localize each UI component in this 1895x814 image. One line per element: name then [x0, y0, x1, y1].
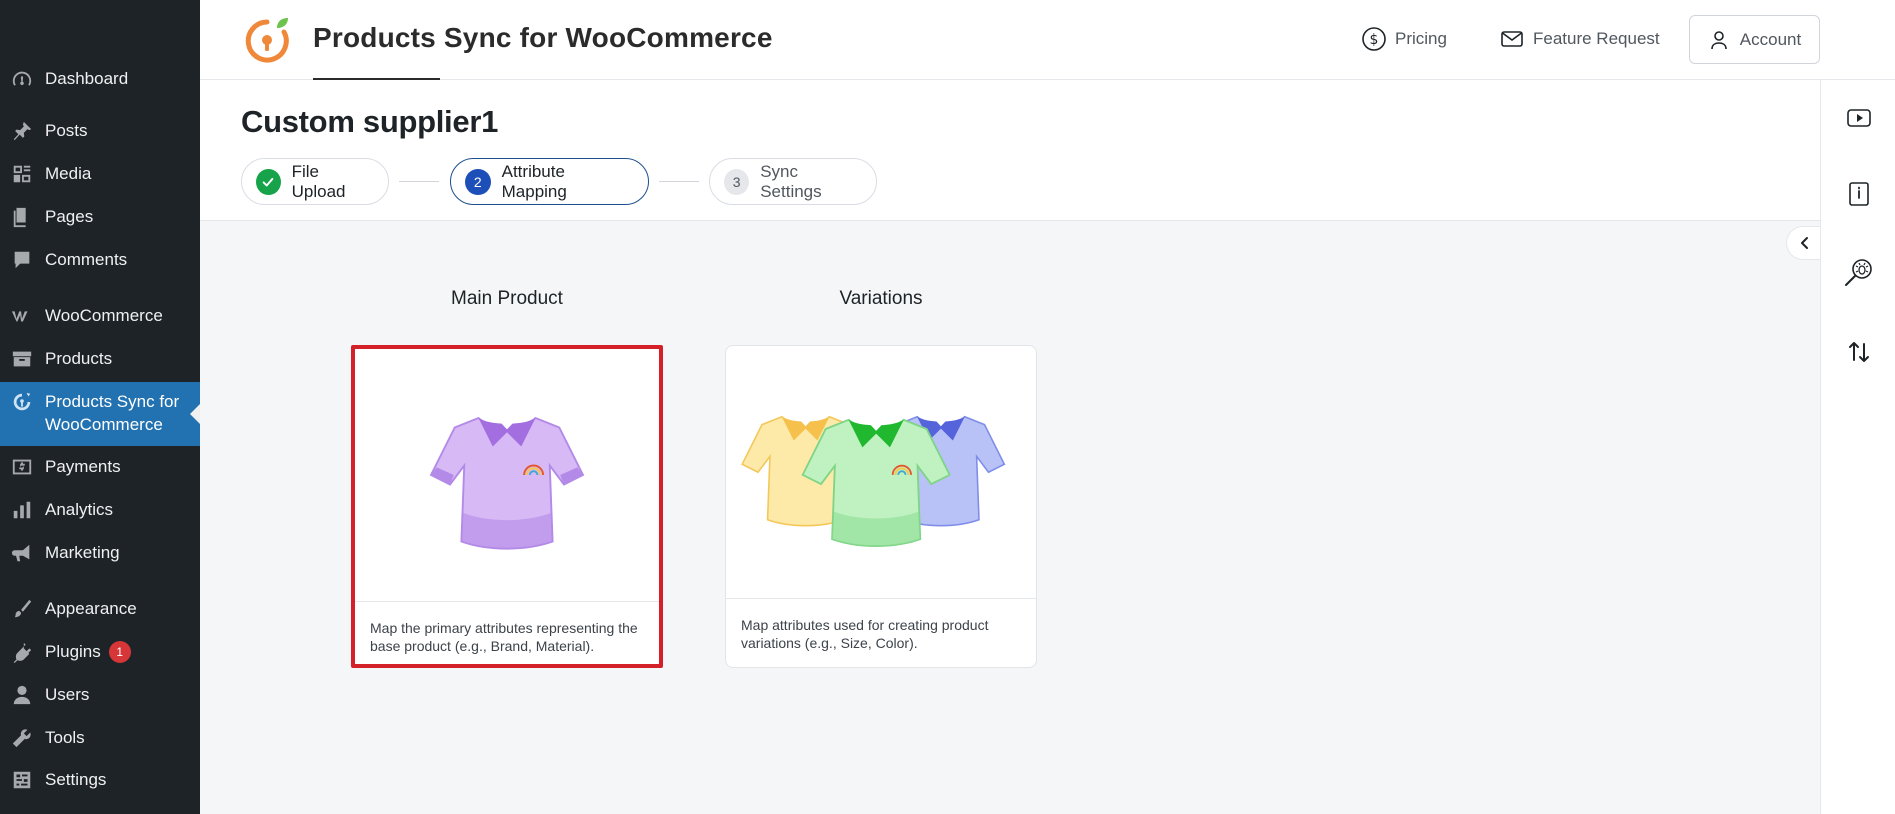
page-title: Custom supplier1: [241, 104, 499, 139]
account-button[interactable]: Account: [1689, 15, 1820, 64]
step-label: Attribute Mapping: [501, 161, 567, 201]
feature-request-label: Feature Request: [1533, 29, 1660, 48]
pin-icon: [10, 119, 34, 143]
step-sync-settings[interactable]: 3 Sync Settings: [709, 158, 877, 205]
sidebar-item-products[interactable]: Products: [0, 340, 200, 378]
app-title: Products Sync for WooCommerce: [313, 22, 773, 53]
right-tool-rail: [1820, 80, 1895, 814]
sidebar-item-label: Users: [45, 685, 90, 704]
sidebar-item-label: Posts: [45, 121, 88, 140]
sidebar-item-comments[interactable]: Comments: [0, 241, 200, 279]
woo-icon: [10, 304, 34, 328]
main-product-heading: Main Product: [451, 288, 563, 309]
media-icon: [10, 162, 34, 186]
update-count-badge: 1: [108, 641, 131, 663]
sidebar-item-woocommerce[interactable]: WooCommerce: [0, 297, 200, 335]
variations-card[interactable]: Map attributes used for creating product…: [725, 345, 1037, 668]
video-icon[interactable]: [1845, 104, 1873, 132]
variations-caption: Map attributes used for creating product…: [726, 598, 1036, 667]
sidebar-item-label: Plugins: [45, 642, 101, 661]
step-number: 3: [724, 168, 750, 195]
pricing-link[interactable]: $ Pricing: [1361, 26, 1447, 52]
pages-icon: [10, 205, 34, 229]
app-logo-icon: [245, 18, 289, 63]
sidebar-item-settings[interactable]: Settings: [0, 761, 200, 799]
sidebar-item-label: Marketing: [45, 543, 120, 562]
dashboard-icon: [10, 67, 34, 91]
account-label: Account: [1739, 29, 1802, 49]
sidebar-item-label: Appearance: [45, 599, 137, 618]
sidebar-item-label: Dashboard: [45, 69, 129, 88]
sidebar-item-label: Comments: [45, 250, 128, 269]
variations-heading: Variations: [839, 288, 923, 309]
archive-icon: [10, 347, 34, 371]
step-number: 2: [465, 168, 491, 195]
wp-admin-sidebar: Dashboard Posts Media Pages Comments Woo…: [0, 0, 200, 814]
brush-icon: [10, 597, 34, 621]
sidebar-item-label: Settings: [45, 770, 107, 789]
app-header: Products Sync for WooCommerce $ Pricing …: [200, 0, 1895, 80]
main-product-caption: Map the primary attributes representing …: [355, 601, 659, 664]
analytics-icon: [10, 498, 34, 522]
sidebar-item-dashboard[interactable]: Dashboard: [0, 60, 200, 98]
payments-icon: [10, 455, 34, 479]
title-underline: [313, 78, 440, 80]
user-icon: [10, 683, 34, 707]
mail-icon: [1501, 31, 1523, 47]
collapse-panel-button[interactable]: [1786, 226, 1822, 260]
bug-search-icon[interactable]: [1842, 256, 1876, 290]
sidebar-item-label: Products: [45, 349, 113, 368]
plugin-app: Products Sync for WooCommerce $ Pricing …: [200, 0, 1895, 814]
dollar-circle-icon: $: [1362, 27, 1386, 51]
sidebar-item-payments[interactable]: Payments: [0, 448, 200, 486]
polo-shirts-variations-icon: [741, 409, 1006, 547]
feature-request-link[interactable]: Feature Request: [1499, 26, 1660, 52]
main-product-illustration: [355, 349, 659, 601]
sidebar-item-appearance[interactable]: Appearance: [0, 590, 200, 628]
sidebar-item-label: Tools: [45, 728, 85, 747]
transfer-icon[interactable]: [1845, 338, 1873, 366]
sidebar-item-label: Payments: [45, 457, 121, 476]
sidebar-item-label: Pages: [45, 207, 94, 226]
wrench-icon: [10, 726, 34, 750]
sidebar-item-pages[interactable]: Pages: [0, 198, 200, 236]
pricing-label: Pricing: [1395, 29, 1447, 48]
sidebar-item-marketing[interactable]: Marketing: [0, 534, 200, 572]
sidebar-item-label: Analytics: [45, 500, 114, 519]
sidebar-item-label: Products Sync for WooCommerce: [45, 392, 180, 434]
step-label: File Upload: [291, 161, 346, 201]
megaphone-icon: [10, 541, 34, 565]
sidebar-item-plugins[interactable]: Plugins 1: [0, 633, 200, 671]
sidebar-item-analytics[interactable]: Analytics: [0, 491, 200, 529]
chevron-left-icon: [1800, 237, 1808, 249]
user-icon: [1710, 30, 1727, 49]
check-icon: [256, 168, 281, 195]
step-file-upload[interactable]: File Upload: [241, 158, 389, 205]
sidebar-item-products-sync[interactable]: Products Sync for WooCommerce: [0, 382, 200, 446]
sync-icon: [10, 390, 34, 414]
svg-text:$: $: [1370, 32, 1379, 48]
step-connector: [659, 181, 699, 182]
step-label: Sync Settings: [760, 161, 822, 201]
settings-icon: [10, 768, 34, 792]
book-icon[interactable]: [1845, 180, 1873, 208]
sidebar-item-users[interactable]: Users: [0, 676, 200, 714]
sidebar-item-posts[interactable]: Posts: [0, 112, 200, 150]
sidebar-item-tools[interactable]: Tools: [0, 719, 200, 757]
step-connector: [399, 181, 439, 182]
sidebar-item-media[interactable]: Media: [0, 155, 200, 193]
step-attribute-mapping[interactable]: 2 Attribute Mapping: [450, 158, 649, 205]
comment-icon: [10, 248, 34, 272]
sidebar-item-label: WooCommerce: [45, 306, 163, 325]
plugin-icon: [10, 640, 34, 664]
sidebar-item-label: Media: [45, 164, 92, 183]
main-product-card[interactable]: Map the primary attributes representing …: [351, 345, 663, 668]
variations-illustration: [726, 346, 1036, 598]
polo-shirt-purple-icon: [429, 409, 585, 550]
